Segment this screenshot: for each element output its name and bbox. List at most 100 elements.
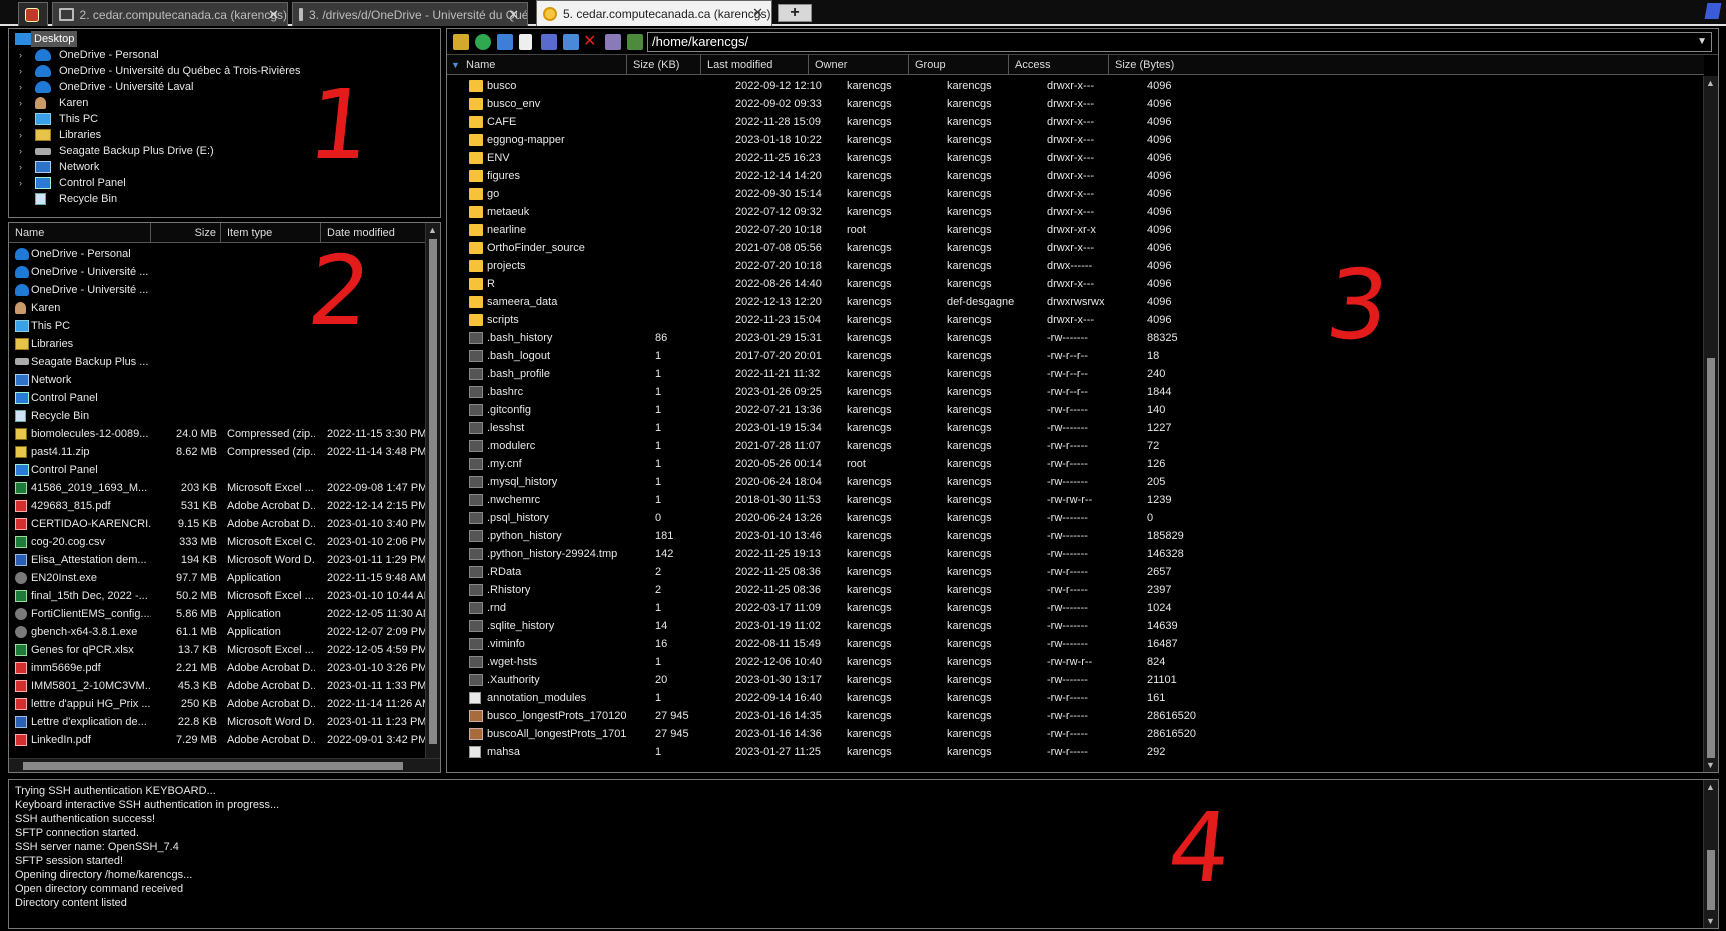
remote-file-row[interactable]: .python_history 181 2023-01-10 13:46 karenc… (447, 527, 1704, 545)
scroll-down-icon[interactable]: ▼ (1706, 760, 1715, 770)
remote-file-row[interactable]: .bash_logout 1 2017-07-20 20:01 karencgs kar… (447, 347, 1704, 365)
remote-file-row[interactable]: eggnog-mapper 2023-01-18 10:22 karencgs kar… (447, 131, 1704, 149)
log-vertical-scrollbar[interactable]: ▲ ▼ (1703, 780, 1718, 928)
column-header-name[interactable]: ▼ Name (447, 55, 627, 75)
remote-file-row[interactable]: mahsa 1 2023-01-27 11:25 karencgs karencgs -r… (447, 743, 1704, 761)
edit-icon[interactable] (563, 34, 579, 50)
remote-file-row[interactable]: .bash_profile 1 2022-11-21 11:32 karencgs ka… (447, 365, 1704, 383)
tree-item-desktop[interactable]: Desktop (9, 31, 209, 47)
remote-file-row[interactable]: CAFE 2022-11-28 15:09 karencgs karencgs drwx… (447, 113, 1704, 131)
refresh-icon[interactable] (475, 34, 491, 50)
list-item[interactable]: final_15th Dec, 2022 -... 50.2 MB Microsof… (9, 587, 426, 605)
remote-file-row[interactable]: .my.cnf 1 2020-05-26 00:14 root karencgs -rw-… (447, 455, 1704, 473)
column-header-owner[interactable]: Owner (809, 55, 909, 75)
expand-chevron-icon[interactable]: › (19, 127, 22, 143)
remote-file-row[interactable]: annotation_modules 1 2022-09-14 16:40 karen… (447, 689, 1704, 707)
list-item[interactable]: gbench-x64-3.8.1.exe 61.1 MB Application 20… (9, 623, 426, 641)
expand-chevron-icon[interactable]: › (19, 95, 22, 111)
tab-session-2[interactable]: 2. cedar.computecanada.ca (karencgs) ✕ (52, 2, 288, 26)
column-header-access[interactable]: Access (1009, 55, 1109, 75)
column-header-last-modified[interactable]: Last modified (701, 55, 809, 75)
remote-file-row[interactable]: .viminfo 16 2022-08-11 15:49 karencgs karenc… (447, 635, 1704, 653)
close-icon[interactable]: ✕ (268, 7, 279, 23)
list-item[interactable]: 429683_815.pdf 531 KB Adobe Acrobat D... 20… (9, 497, 426, 515)
list-item[interactable]: EN20Inst.exe 97.7 MB Application 2022-11-15… (9, 569, 426, 587)
close-icon[interactable]: ✕ (508, 7, 519, 23)
new-tab-button[interactable]: + (778, 4, 812, 22)
scrollbar-thumb[interactable] (23, 762, 403, 770)
remote-file-row[interactable]: go 2022-09-30 15:14 karencgs karencgs drwxr-… (447, 185, 1704, 203)
column-header-item-type[interactable]: Item type (221, 223, 321, 243)
remote-file-row[interactable]: R 2022-08-26 14:40 karencgs karencgs drwxr-x… (447, 275, 1704, 293)
close-icon[interactable]: ✕ (752, 5, 763, 21)
remote-file-row[interactable]: .Xauthority 20 2023-01-30 13:17 karencgs kar… (447, 671, 1704, 689)
remote-file-row[interactable]: .wget-hsts 1 2022-12-06 10:40 karencgs karen… (447, 653, 1704, 671)
scroll-up-icon[interactable]: ▲ (1706, 78, 1715, 88)
remote-file-row[interactable]: busco_env 2022-09-02 09:33 karencgs karencg… (447, 95, 1704, 113)
delete-icon[interactable]: ✕ (583, 34, 599, 50)
scrollbar-thumb[interactable] (1707, 358, 1715, 758)
column-header-size-bytes[interactable]: Size (Bytes) (1109, 55, 1704, 75)
list-item[interactable]: Seagate Backup Plus ... (9, 353, 426, 371)
remote-file-row[interactable]: metaeuk 2022-07-12 09:32 karencgs karencgs d… (447, 203, 1704, 221)
expand-chevron-icon[interactable]: › (19, 159, 22, 175)
remote-file-row[interactable]: busco_longestProts_1701202... 27 945 2023-… (447, 707, 1704, 725)
remote-file-row[interactable]: .mysql_history 1 2020-06-24 18:04 karencgs k… (447, 473, 1704, 491)
remote-file-row[interactable]: .bash_history 86 2023-01-29 15:31 karencgs k… (447, 329, 1704, 347)
download-icon[interactable] (627, 34, 643, 50)
expand-chevron-icon[interactable]: › (19, 79, 22, 95)
remote-file-row[interactable]: scripts 2022-11-23 15:04 karencgs karencgs d… (447, 311, 1704, 329)
list-item[interactable]: Genes for qPCR.xlsx 13.7 KB Microsoft Exce… (9, 641, 426, 659)
column-header-size-kb[interactable]: Size (KB) (627, 55, 701, 75)
list-item[interactable]: Lettre d'explication de... 22.8 KB Microso… (9, 713, 426, 731)
column-header-size[interactable]: Size (151, 223, 221, 243)
remote-file-row[interactable]: figures 2022-12-14 14:20 karencgs karencgs d… (447, 167, 1704, 185)
scroll-up-icon[interactable]: ▲ (428, 225, 437, 235)
remote-file-row[interactable]: OrthoFinder_source 2021-07-08 05:56 karenc… (447, 239, 1704, 257)
expand-chevron-icon[interactable]: › (19, 143, 22, 159)
remote-file-row[interactable]: .lesshst 1 2023-01-19 15:34 karencgs karencg… (447, 419, 1704, 437)
remote-path-input[interactable]: /home/karencgs/ ▼ (647, 32, 1712, 52)
list-item[interactable]: Recycle Bin (9, 407, 426, 425)
pin-icon[interactable] (1704, 3, 1722, 19)
list-item[interactable]: Control Panel (9, 389, 426, 407)
tab-session-5[interactable]: 5. cedar.computecanada.ca (karencgs) ✕ (536, 0, 772, 26)
tree-item[interactable]: › OneDrive - Personal (9, 47, 429, 63)
scrollbar-thumb[interactable] (429, 239, 437, 744)
upload-icon[interactable] (605, 34, 621, 50)
local-list-horizontal-scrollbar[interactable] (9, 758, 440, 772)
list-item[interactable]: biomolecules-12-0089... 24.0 MB Compressed… (9, 425, 426, 443)
remote-file-row[interactable]: ENV 2022-11-25 16:23 karencgs karencgs drwxr… (447, 149, 1704, 167)
new-file-icon[interactable] (519, 34, 532, 50)
list-item[interactable]: imm5669e.pdf 2.21 MB Adobe Acrobat D... 202… (9, 659, 426, 677)
list-item[interactable]: lettre d'appui HG_Prix ... 250 KB Adobe Ac… (9, 695, 426, 713)
remote-file-row[interactable]: .sqlite_history 14 2023-01-19 11:02 karencg… (447, 617, 1704, 635)
remote-file-row[interactable]: .bashrc 1 2023-01-26 09:25 karencgs karencgs… (447, 383, 1704, 401)
remote-file-row[interactable]: .rnd 1 2022-03-17 11:09 karencgs karencgs -rw… (447, 599, 1704, 617)
local-list-vertical-scrollbar[interactable]: ▲ (425, 223, 440, 758)
remote-file-row[interactable]: buscoAll_longestProts_17012... 27 945 2023… (447, 725, 1704, 743)
tab-home[interactable] (18, 2, 48, 26)
list-item[interactable]: cog-20.cog.csv 333 MB Microsoft Excel C...… (9, 533, 426, 551)
remote-file-row[interactable]: projects 2022-07-20 10:18 karencgs karencgs… (447, 257, 1704, 275)
remote-file-row[interactable]: .nwchemrc 1 2018-01-30 11:53 karencgs karenc… (447, 491, 1704, 509)
list-item[interactable]: FortiClientEMS_config.... 5.86 MB Applicat… (9, 605, 426, 623)
remote-file-row[interactable]: sameera_data 2022-12-13 12:20 karencgs def-… (447, 293, 1704, 311)
list-item[interactable]: past4.11.zip 8.62 MB Compressed (zip... 202… (9, 443, 426, 461)
remote-file-row[interactable]: .python_history-29924.tmp 142 2022-11-25 1… (447, 545, 1704, 563)
tree-item[interactable]: › Control Panel (9, 175, 429, 191)
expand-chevron-icon[interactable]: › (19, 175, 22, 191)
scrollbar-thumb[interactable] (1707, 850, 1715, 910)
column-header-name[interactable]: Name (9, 223, 151, 243)
remote-file-row[interactable]: .Rhistory 2 2022-11-25 08:36 karencgs karenc… (447, 581, 1704, 599)
parent-folder-icon[interactable] (453, 34, 469, 50)
list-item[interactable]: CERTIDAO-KARENCRI... 9.15 KB Adobe Acrobat… (9, 515, 426, 533)
remote-file-row[interactable]: .RData 2 2022-11-25 08:36 karencgs karencgs -… (447, 563, 1704, 581)
list-item[interactable]: IMM5801_2-10MC3VM... 45.3 KB Adobe Acrobat… (9, 677, 426, 695)
list-item[interactable]: Control Panel (9, 461, 426, 479)
expand-chevron-icon[interactable]: › (19, 47, 22, 63)
remote-file-row[interactable]: .gitconfig 1 2022-07-21 13:36 karencgs karen… (447, 401, 1704, 419)
list-item[interactable]: 41586_2019_1693_M... 203 KB Microsoft Exce… (9, 479, 426, 497)
remote-file-row[interactable]: .psql_history 0 2020-06-24 13:26 karencgs ka… (447, 509, 1704, 527)
remote-file-row[interactable]: busco 2022-09-12 12:10 karencgs karencgs drw… (447, 77, 1704, 95)
